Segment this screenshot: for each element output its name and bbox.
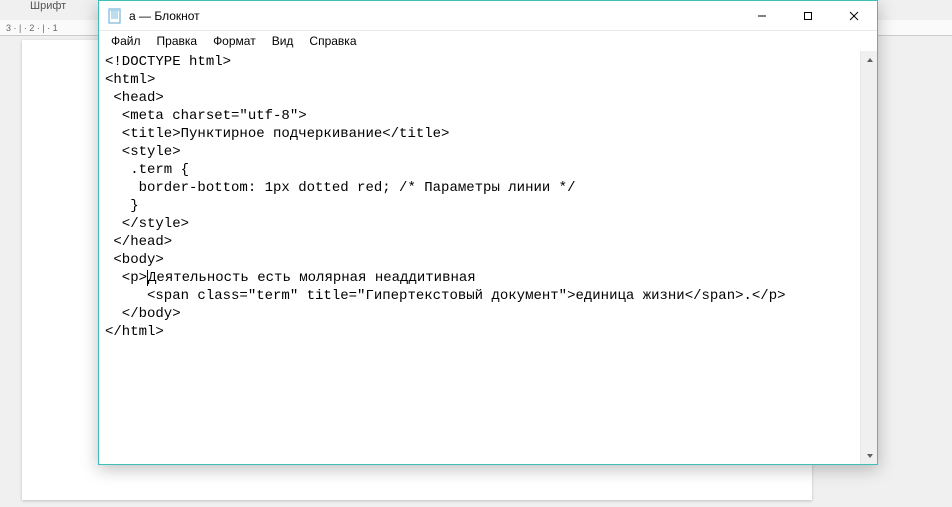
maximize-button[interactable] xyxy=(785,1,831,31)
scroll-down-arrow[interactable] xyxy=(861,447,878,464)
menu-file[interactable]: Файл xyxy=(103,32,149,50)
editor-line: <!DOCTYPE html> xyxy=(105,53,854,71)
notepad-icon xyxy=(107,8,123,24)
editor-line: <head> xyxy=(105,89,854,107)
vertical-scrollbar[interactable] xyxy=(860,51,877,464)
titlebar[interactable]: a — Блокнот xyxy=(99,1,877,31)
editor-line: </style> xyxy=(105,215,854,233)
editor-line: <span class="term" title="Гипертекстовый… xyxy=(105,287,854,305)
editor-wrap: <!DOCTYPE html><html> <head> <meta chars… xyxy=(99,51,877,464)
menu-edit[interactable]: Правка xyxy=(149,32,206,50)
notepad-window: a — Блокнот Файл Правка Формат Вид Справ… xyxy=(98,0,878,465)
editor-line: <meta charset="utf-8"> xyxy=(105,107,854,125)
editor-line: </body> xyxy=(105,305,854,323)
editor-line: </head> xyxy=(105,233,854,251)
window-title: a — Блокнот xyxy=(129,9,200,23)
editor-line: <body> xyxy=(105,251,854,269)
menu-format[interactable]: Формат xyxy=(205,32,264,50)
menubar: Файл Правка Формат Вид Справка xyxy=(99,31,877,51)
editor-line: <p>Деятельность есть молярная неаддитивн… xyxy=(105,269,854,287)
editor-line: <html> xyxy=(105,71,854,89)
menu-help[interactable]: Справка xyxy=(301,32,364,50)
editor-line: } xyxy=(105,197,854,215)
text-caret xyxy=(147,270,148,286)
menu-view[interactable]: Вид xyxy=(264,32,302,50)
editor-line: border-bottom: 1px dotted red; /* Параме… xyxy=(105,179,854,197)
minimize-button[interactable] xyxy=(739,1,785,31)
editor-line: <title>Пунктирное подчеркивание</title> xyxy=(105,125,854,143)
editor-line: .term { xyxy=(105,161,854,179)
scroll-up-arrow[interactable] xyxy=(861,51,878,68)
bg-ribbon-label-font: Шрифт xyxy=(30,0,66,12)
editor-line: </html> xyxy=(105,323,854,341)
editor-line: <style> xyxy=(105,143,854,161)
close-button[interactable] xyxy=(831,1,877,31)
text-editor[interactable]: <!DOCTYPE html><html> <head> <meta chars… xyxy=(99,51,860,464)
